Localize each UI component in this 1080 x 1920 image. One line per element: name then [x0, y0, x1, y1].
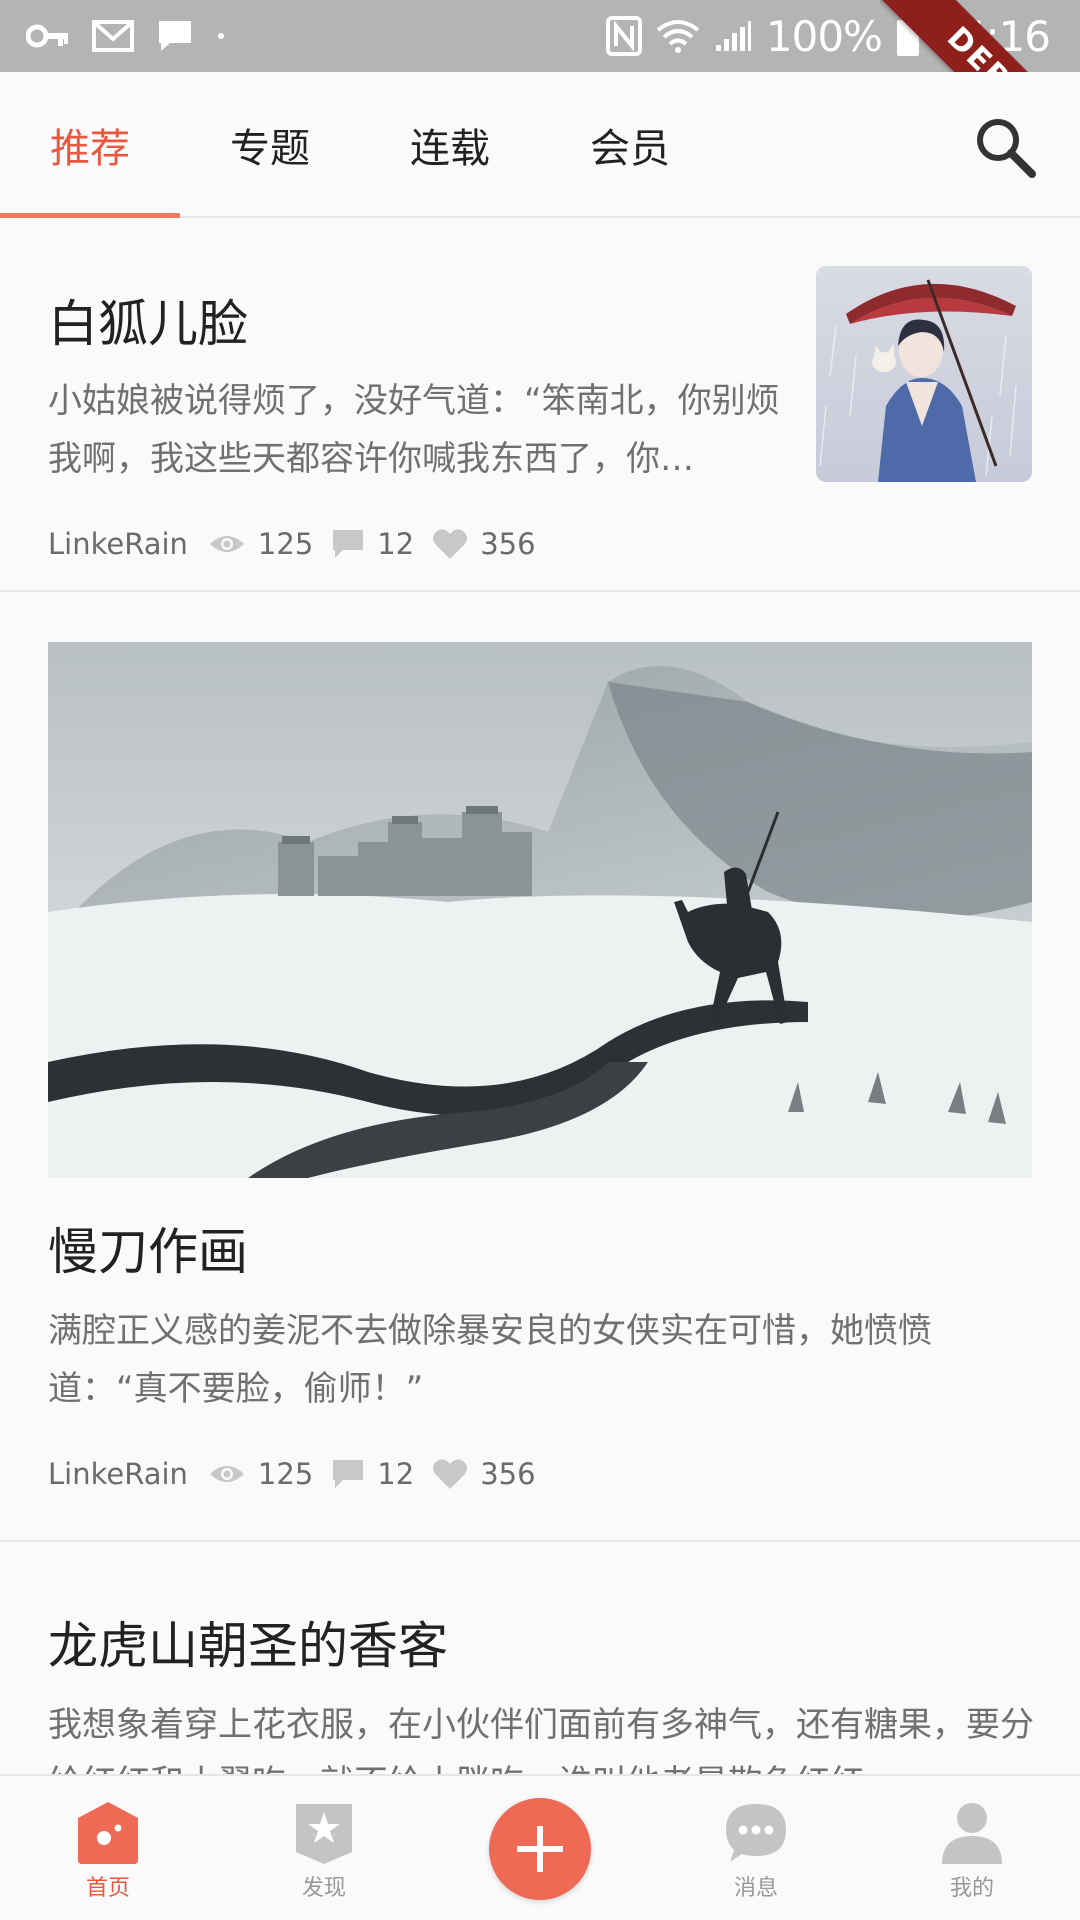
likes-count: 356 [480, 527, 536, 561]
status-system: 100% 15:16 [605, 8, 1051, 64]
nav-discover-label: 发现 [301, 1876, 346, 1901]
tab-membership[interactable]: 会员 [540, 72, 720, 218]
article-excerpt: 小姑娘被说得烦了，没好气道：“笨南北，你别烦我啊，我这些天都容许你喊我东西了，你… [48, 381, 780, 479]
views-eye-icon [209, 1466, 244, 1482]
views-count: 125 [257, 1457, 314, 1491]
profile-icon [942, 1803, 1002, 1864]
nav-messages[interactable]: 消息 [648, 1776, 864, 1920]
comment-icon [333, 530, 364, 558]
dot-icon [218, 33, 224, 39]
article-cover-image [48, 642, 1032, 1178]
top-tab-bar: 推荐 专题 连载 会员 [0, 72, 1080, 218]
comment-icon [333, 1460, 364, 1488]
nav-messages-label: 消息 [733, 1876, 778, 1901]
comments-count: 12 [377, 1457, 415, 1491]
article-title: 龙虎山朝圣的香客 [48, 1617, 448, 1675]
discover-star-icon [296, 1804, 352, 1864]
article-title: 慢刀作画 [48, 1223, 248, 1281]
plus-icon [517, 1826, 563, 1872]
author-name[interactable]: LinkeRain [48, 527, 188, 561]
battery-icon [896, 16, 919, 56]
nav-profile-label: 我的 [949, 1876, 994, 1901]
tab-topics[interactable]: 专题 [180, 72, 360, 218]
nav-profile[interactable]: 我的 [864, 1776, 1080, 1920]
status-bar: 100% 15:16 DEBUG [0, 0, 1080, 199]
wifi-icon [656, 20, 700, 53]
author-name[interactable]: LinkeRain [48, 1457, 188, 1491]
key-icon [26, 24, 68, 48]
tab-recommend[interactable]: 推荐 [0, 72, 180, 218]
tab-serial[interactable]: 连载 [360, 72, 540, 218]
message-icon [726, 1804, 786, 1862]
article-meta: LinkeRain 125 12 356 [48, 524, 554, 564]
views-eye-icon [209, 536, 244, 552]
article-card[interactable]: 龙虎山朝圣的香客 我想象着穿上花衣服，在小伙伴们面前有多神气，还有糖果，要分给红… [0, 1542, 1080, 1774]
article-excerpt: 我想象着穿上花衣服，在小伙伴们面前有多神气，还有糖果，要分给红红和小翠吃，就不给… [48, 1705, 1034, 1774]
gmail-icon [92, 20, 134, 52]
article-title: 白狐儿脸 [48, 295, 248, 353]
signal-icon [715, 21, 751, 51]
create-post-button[interactable] [489, 1798, 591, 1900]
article-feed[interactable]: 白狐儿脸 小姑娘被说得烦了，没好气道：“笨南北，你别烦我啊，我这些天都容许你喊我… [0, 218, 1080, 1774]
status-notifications [26, 14, 226, 58]
chat-notification-icon [159, 21, 191, 51]
article-thumbnail [816, 266, 1032, 482]
article-excerpt: 满腔正义感的姜泥不去做除暴安良的女侠实在可惜，她愤愤道：“真不要脸，偷师！” [48, 1311, 932, 1409]
nav-discover[interactable]: 发现 [216, 1776, 432, 1920]
heart-icon [433, 529, 468, 559]
home-icon [78, 1802, 138, 1864]
heart-icon [433, 1459, 468, 1489]
article-card[interactable]: 白狐儿脸 小姑娘被说得烦了，没好气道：“笨南北，你别烦我啊，我这些天都容许你喊我… [0, 218, 1080, 592]
battery-percent: 100% [765, 11, 883, 61]
views-count: 125 [257, 527, 314, 561]
likes-count: 356 [480, 1457, 536, 1491]
nfc-icon [605, 16, 642, 56]
search-button[interactable] [970, 112, 1040, 182]
bottom-navigation: 首页 发现 消息 我的 [0, 1774, 1080, 1920]
article-meta: LinkeRain 125 12 356 [48, 1454, 554, 1494]
article-card[interactable]: 慢刀作画 满腔正义感的姜泥不去做除暴安良的女侠实在可惜，她愤愤道：“真不要脸，偷… [0, 592, 1080, 1542]
comments-count: 12 [377, 527, 415, 561]
search-icon [977, 119, 1036, 178]
nav-home-label: 首页 [85, 1876, 130, 1901]
clock: 15:16 [933, 11, 1051, 61]
nav-home[interactable]: 首页 [0, 1776, 216, 1920]
